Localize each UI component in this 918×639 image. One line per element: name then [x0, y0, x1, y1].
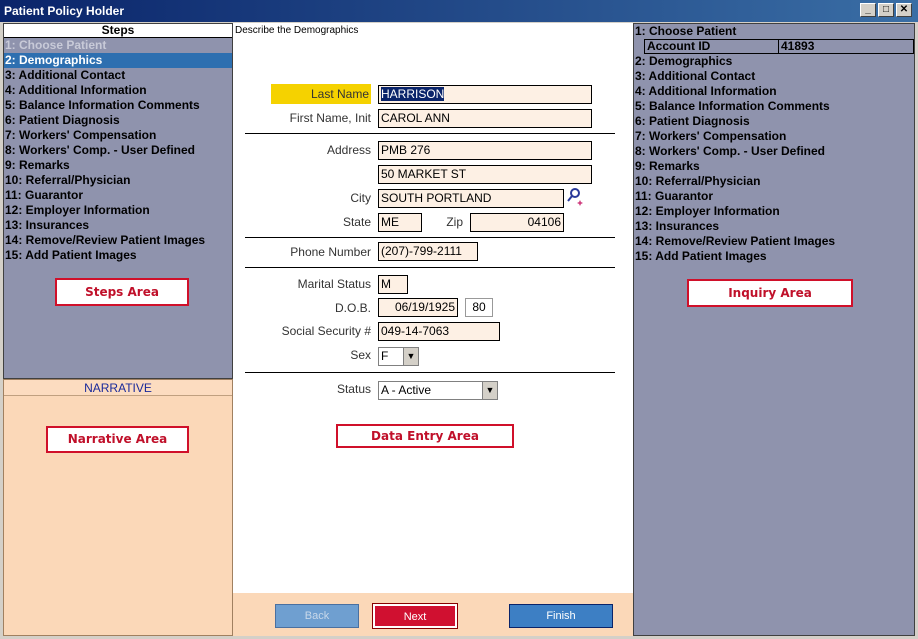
inquiry-balance-comments[interactable]: 5: Balance Information Comments — [634, 99, 914, 114]
inquiry-referral-physician[interactable]: 10: Referral/Physician — [634, 174, 914, 189]
separator — [245, 133, 615, 134]
address-line1-field[interactable]: PMB 276 — [378, 141, 592, 160]
narrative-header: NARRATIVE — [4, 380, 232, 396]
account-id-row: Account ID 41893 — [644, 39, 914, 54]
dob-field[interactable]: 06/19/1925 — [378, 298, 458, 317]
window-title: Patient Policy Holder — [4, 4, 125, 18]
ssn-label: Social Security # — [281, 324, 371, 338]
inquiry-insurances[interactable]: 13: Insurances — [634, 219, 914, 234]
city-label: City — [350, 191, 371, 205]
step-workers-comp-user-defined[interactable]: 8: Workers' Comp. - User Defined — [4, 143, 232, 158]
sex-dropdown[interactable]: F ▼ — [378, 347, 419, 366]
inquiry-demographics[interactable]: 2: Demographics — [634, 54, 914, 69]
step-additional-contact[interactable]: 3: Additional Contact — [4, 68, 232, 83]
chevron-down-icon[interactable]: ▼ — [482, 382, 497, 399]
separator — [245, 267, 615, 268]
account-id-label: Account ID — [645, 40, 779, 53]
chevron-down-icon[interactable]: ▼ — [403, 348, 418, 365]
next-button[interactable]: Next — [372, 603, 458, 629]
age-field: 80 — [465, 298, 493, 317]
inquiry-patient-images-review[interactable]: 14: Remove/Review Patient Images — [634, 234, 914, 249]
state-field[interactable]: ME — [378, 213, 422, 232]
steps-header: Steps — [4, 24, 232, 38]
step-referral-physician[interactable]: 10: Referral/Physician — [4, 173, 232, 188]
inquiry-workers-comp[interactable]: 7: Workers' Compensation — [634, 129, 914, 144]
first-name-field[interactable]: CAROL ANN — [378, 109, 592, 128]
city-field[interactable]: SOUTH PORTLAND — [378, 189, 564, 208]
status-value: A - Active — [381, 383, 432, 397]
inquiry-area-label: Inquiry Area — [687, 279, 853, 307]
search-icon[interactable] — [566, 187, 584, 207]
inquiry-guarantor[interactable]: 11: Guarantor — [634, 189, 914, 204]
data-entry-area-label: Data Entry Area — [336, 424, 514, 448]
marital-status-field[interactable]: M — [378, 275, 408, 294]
steps-area-label: Steps Area — [55, 278, 189, 306]
last-name-field[interactable]: HARRISON — [378, 85, 592, 104]
step-choose-patient[interactable]: 1: Choose Patient — [4, 38, 232, 53]
sex-value: F — [381, 349, 389, 363]
ssn-field[interactable]: 049-14-7063 — [378, 322, 500, 341]
inquiry-additional-information[interactable]: 4: Additional Information — [634, 84, 914, 99]
finish-button[interactable]: Finish — [509, 604, 613, 628]
title-bar: Patient Policy Holder _ □ ✕ — [0, 0, 918, 22]
zip-label: Zip — [446, 215, 463, 229]
step-demographics[interactable]: 2: Demographics — [4, 53, 232, 68]
step-patient-images-review[interactable]: 14: Remove/Review Patient Images — [4, 233, 232, 248]
first-name-label: First Name, Init — [289, 111, 371, 125]
back-button[interactable]: Back — [275, 604, 359, 628]
step-employer-information[interactable]: 12: Employer Information — [4, 203, 232, 218]
close-button[interactable]: ✕ — [896, 3, 912, 17]
step-balance-comments[interactable]: 5: Balance Information Comments — [4, 98, 232, 113]
step-guarantor[interactable]: 11: Guarantor — [4, 188, 232, 203]
page-description: Describe the Demographics — [235, 25, 359, 36]
narrative-area-label: Narrative Area — [46, 426, 189, 453]
inquiry-employer-information[interactable]: 12: Employer Information — [634, 204, 914, 219]
inquiry-patient-diagnosis[interactable]: 6: Patient Diagnosis — [634, 114, 914, 129]
maximize-button[interactable]: □ — [878, 3, 894, 17]
dob-label: D.O.B. — [334, 301, 371, 315]
status-dropdown[interactable]: A - Active ▼ — [378, 381, 498, 400]
data-entry-panel: Describe the Demographics Last Name HARR… — [233, 23, 633, 593]
address-label: Address — [326, 143, 371, 157]
sex-label: Sex — [350, 348, 371, 362]
inquiry-panel: 1: Choose Patient Account ID 41893 2: De… — [633, 23, 915, 636]
inquiry-add-patient-images[interactable]: 15: Add Patient Images — [634, 249, 914, 264]
inquiry-workers-comp-user-defined[interactable]: 8: Workers' Comp. - User Defined — [634, 144, 914, 159]
phone-field[interactable]: (207)-799-2111 — [378, 242, 478, 261]
account-id-value: 41893 — [781, 39, 815, 53]
steps-panel: Steps 1: Choose Patient 2: Demographics … — [3, 23, 233, 379]
inquiry-additional-contact[interactable]: 3: Additional Contact — [634, 69, 914, 84]
separator — [245, 372, 615, 373]
state-label: State — [342, 215, 371, 229]
step-patient-diagnosis[interactable]: 6: Patient Diagnosis — [4, 113, 232, 128]
minimize-button[interactable]: _ — [860, 3, 876, 17]
step-insurances[interactable]: 13: Insurances — [4, 218, 232, 233]
last-name-label: Last Name — [271, 84, 371, 104]
button-bar: Back Next Finish — [233, 593, 633, 636]
phone-label: Phone Number — [290, 245, 371, 259]
zip-field[interactable]: 04106 — [470, 213, 564, 232]
status-label: Status — [336, 382, 371, 396]
address-line2-field[interactable]: 50 MARKET ST — [378, 165, 592, 184]
step-additional-information[interactable]: 4: Additional Information — [4, 83, 232, 98]
inquiry-remarks[interactable]: 9: Remarks — [634, 159, 914, 174]
inquiry-choose-patient[interactable]: 1: Choose Patient — [634, 24, 914, 39]
step-remarks[interactable]: 9: Remarks — [4, 158, 232, 173]
narrative-panel: NARRATIVE Narrative Area — [3, 379, 233, 636]
step-workers-comp[interactable]: 7: Workers' Compensation — [4, 128, 232, 143]
marital-status-label: Marital Status — [297, 277, 371, 291]
separator — [245, 237, 615, 238]
step-add-patient-images[interactable]: 15: Add Patient Images — [4, 248, 232, 263]
